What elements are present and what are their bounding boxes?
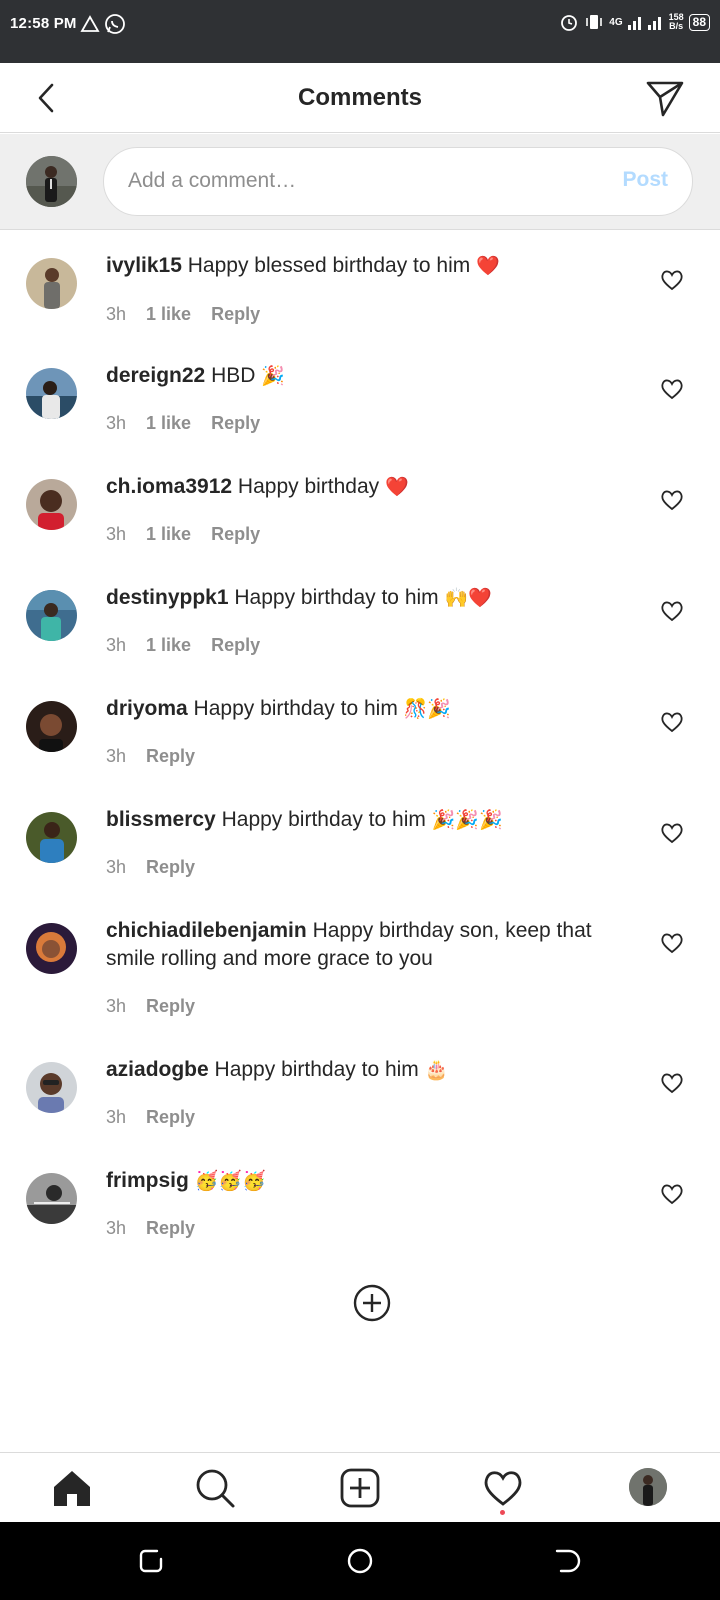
- comment-time: 3h: [106, 746, 127, 766]
- reply-button[interactable]: Reply: [146, 996, 195, 1017]
- comment-likes[interactable]: 1 like: [146, 524, 191, 545]
- home-circle-icon[interactable]: [344, 1545, 376, 1577]
- comment-time: 3h: [106, 996, 127, 1016]
- bottom-nav: [0, 1452, 720, 1522]
- heart-outline-icon[interactable]: [660, 489, 684, 511]
- post-button[interactable]: Post: [622, 168, 668, 192]
- comment-username[interactable]: ch.ioma3912: [106, 475, 232, 498]
- network-speed: 158 B/s: [668, 12, 684, 31]
- reply-button[interactable]: Reply: [146, 857, 195, 878]
- avatar[interactable]: [26, 1062, 77, 1113]
- comment-time: 3h: [106, 413, 127, 433]
- avatar[interactable]: [26, 923, 77, 974]
- comment-compose-bar: Post: [0, 134, 720, 230]
- avatar[interactable]: [26, 701, 77, 752]
- reply-button[interactable]: Reply: [146, 746, 195, 767]
- back-nav-icon[interactable]: [551, 1545, 583, 1577]
- plus-circle-icon[interactable]: [352, 1283, 392, 1323]
- avatar[interactable]: [26, 258, 77, 309]
- home-icon[interactable]: [51, 1467, 93, 1509]
- reply-button[interactable]: Reply: [146, 1107, 195, 1128]
- heart-outline-icon[interactable]: [660, 932, 684, 954]
- warning-triangle-icon: [80, 15, 100, 32]
- my-avatar: [26, 156, 77, 207]
- profile-avatar[interactable]: [629, 1468, 667, 1506]
- avatar[interactable]: [26, 590, 77, 641]
- comment-emoji: 🎂: [424, 1059, 449, 1081]
- comment-time: 3h: [106, 857, 127, 877]
- heart-outline-icon[interactable]: [660, 822, 684, 844]
- comment-username[interactable]: driyoma: [106, 697, 188, 720]
- page-title: Comments: [297, 84, 423, 111]
- comment-likes[interactable]: 1 like: [146, 413, 191, 434]
- comment-time: 3h: [106, 1107, 127, 1127]
- network-type: 4G: [609, 16, 623, 28]
- reply-button[interactable]: Reply: [146, 1218, 195, 1239]
- comment-time: 3h: [106, 635, 127, 655]
- avatar[interactable]: [26, 812, 77, 863]
- heart-outline-icon[interactable]: [660, 1183, 684, 1205]
- status-bar: 12:58 PM 4G 158 B/s 88: [0, 0, 720, 63]
- comment-emoji: 🎉: [261, 365, 285, 387]
- heart-outline-icon[interactable]: [660, 269, 684, 291]
- heart-outline-icon[interactable]: [660, 600, 684, 622]
- comments-header: Comments: [0, 63, 720, 133]
- comment-input[interactable]: [128, 148, 588, 214]
- activity-heart-icon[interactable]: [482, 1467, 524, 1509]
- reply-button[interactable]: Reply: [211, 524, 260, 545]
- comment-username[interactable]: frimpsig: [106, 1169, 189, 1192]
- comment-time: 3h: [106, 524, 127, 544]
- reply-button[interactable]: Reply: [211, 635, 260, 656]
- alarm-icon: [561, 15, 578, 31]
- search-icon[interactable]: [194, 1467, 236, 1509]
- comment-time: 3h: [106, 304, 127, 324]
- comment-time: 3h: [106, 1218, 127, 1238]
- comment-text: Happy birthday to him: [193, 697, 398, 720]
- comment-username[interactable]: dereign22: [106, 364, 205, 387]
- avatar[interactable]: [26, 1173, 77, 1224]
- comment-text: HBD: [211, 364, 256, 387]
- direct-send-icon[interactable]: [644, 77, 686, 119]
- comment-likes[interactable]: 1 like: [146, 304, 191, 325]
- recent-apps-icon[interactable]: [135, 1545, 167, 1577]
- comment-username[interactable]: ivylik15: [106, 254, 182, 277]
- reply-button[interactable]: Reply: [211, 413, 260, 434]
- comment-username[interactable]: destinyppk1: [106, 586, 229, 609]
- status-time: 12:58 PM: [10, 15, 77, 32]
- comment-emoji: ❤️: [385, 476, 409, 498]
- comment-input-wrapper: Post: [103, 147, 693, 216]
- avatar[interactable]: [26, 479, 77, 530]
- heart-outline-icon[interactable]: [660, 378, 684, 400]
- comment-emoji: 🥳🥳🥳: [194, 1170, 266, 1192]
- system-nav-bar: [0, 1522, 720, 1600]
- comment-emoji: 🎊🎉: [403, 698, 451, 720]
- avatar[interactable]: [26, 368, 77, 419]
- comment-username[interactable]: chichiadilebenjamin: [106, 919, 307, 942]
- reply-button[interactable]: Reply: [211, 304, 260, 325]
- vibrate-icon: [586, 15, 603, 29]
- heart-outline-icon[interactable]: [660, 711, 684, 733]
- comment-username[interactable]: aziadogbe: [106, 1058, 209, 1081]
- signal-icon: [627, 17, 661, 30]
- comment-text: Happy birthday: [237, 475, 380, 498]
- comment-username[interactable]: blissmercy: [106, 808, 216, 831]
- notification-dot: [500, 1510, 505, 1515]
- whatsapp-icon: [105, 14, 125, 34]
- comment-emoji: ❤️: [476, 255, 500, 277]
- comment-text: Happy birthday to him: [221, 808, 426, 831]
- comment-text: Happy blessed birthday to him: [187, 254, 471, 277]
- comment-likes[interactable]: 1 like: [146, 635, 191, 656]
- battery-level: 88: [688, 13, 710, 31]
- comment-emoji: 🎉🎉🎉: [431, 809, 503, 831]
- comment-text: Happy birthday to him: [234, 586, 439, 609]
- comment-text: Happy birthday to him: [214, 1058, 419, 1081]
- heart-outline-icon[interactable]: [660, 1072, 684, 1094]
- new-post-icon[interactable]: [339, 1467, 381, 1509]
- comment-emoji: 🙌❤️: [444, 587, 492, 609]
